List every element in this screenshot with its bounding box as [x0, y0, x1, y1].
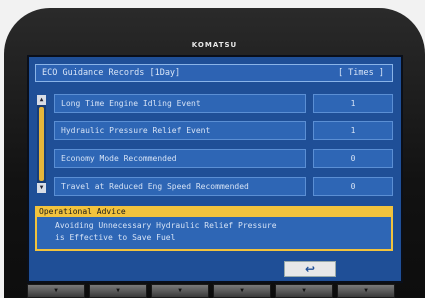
return-arrow-icon: ↩ [304, 262, 316, 276]
brand-logo: KOMATSU [191, 41, 238, 49]
record-label: Long Time Engine Idling Event [54, 94, 306, 113]
function-key-f5[interactable]: ▼ [275, 284, 333, 298]
advice-line: is Effective to Save Fuel [55, 233, 176, 242]
record-row[interactable]: Hydraulic Pressure Relief Event 1 [54, 121, 393, 140]
screen-title-bar: ECO Guidance Records [1Day] [ Times ] [35, 64, 393, 82]
lcd-screen: ECO Guidance Records [1Day] [ Times ] ▲ … [27, 55, 403, 283]
scroll-up-icon[interactable]: ▲ [37, 95, 46, 105]
scroll-thumb[interactable] [39, 107, 44, 181]
scrollbar[interactable]: ▲ ▼ [37, 95, 46, 193]
function-key-f1[interactable]: ▼ [27, 284, 85, 298]
record-label: Economy Mode Recommended [54, 149, 306, 168]
function-key-f2[interactable]: ▼ [89, 284, 147, 298]
record-row[interactable]: Travel at Reduced Eng Speed Recommended … [54, 177, 393, 196]
record-row[interactable]: Economy Mode Recommended 0 [54, 149, 393, 168]
advice-header: Operational Advice [35, 206, 393, 217]
function-key-row: ▼ ▼ ▼ ▼ ▼ ▼ [27, 284, 399, 298]
record-value: 0 [313, 149, 393, 168]
advice-message: Avoiding Unnecessary Hydraulic Relief Pr… [35, 217, 393, 251]
scroll-down-icon[interactable]: ▼ [37, 183, 46, 193]
return-button[interactable]: ↩ [284, 261, 336, 277]
record-row[interactable]: Long Time Engine Idling Event 1 [54, 94, 393, 113]
unit-label: [ Times ] [337, 68, 384, 78]
record-label: Travel at Reduced Eng Speed Recommended [54, 177, 306, 196]
record-value: 1 [313, 121, 393, 140]
record-value: 0 [313, 177, 393, 196]
screen-title: ECO Guidance Records [1Day] [42, 68, 181, 78]
function-key-f3[interactable]: ▼ [151, 284, 209, 298]
function-key-f4[interactable]: ▼ [213, 284, 271, 298]
advice-line: Avoiding Unnecessary Hydraulic Relief Pr… [55, 221, 277, 230]
record-label: Hydraulic Pressure Relief Event [54, 121, 306, 140]
record-value: 1 [313, 94, 393, 113]
function-key-f6[interactable]: ▼ [337, 284, 395, 298]
